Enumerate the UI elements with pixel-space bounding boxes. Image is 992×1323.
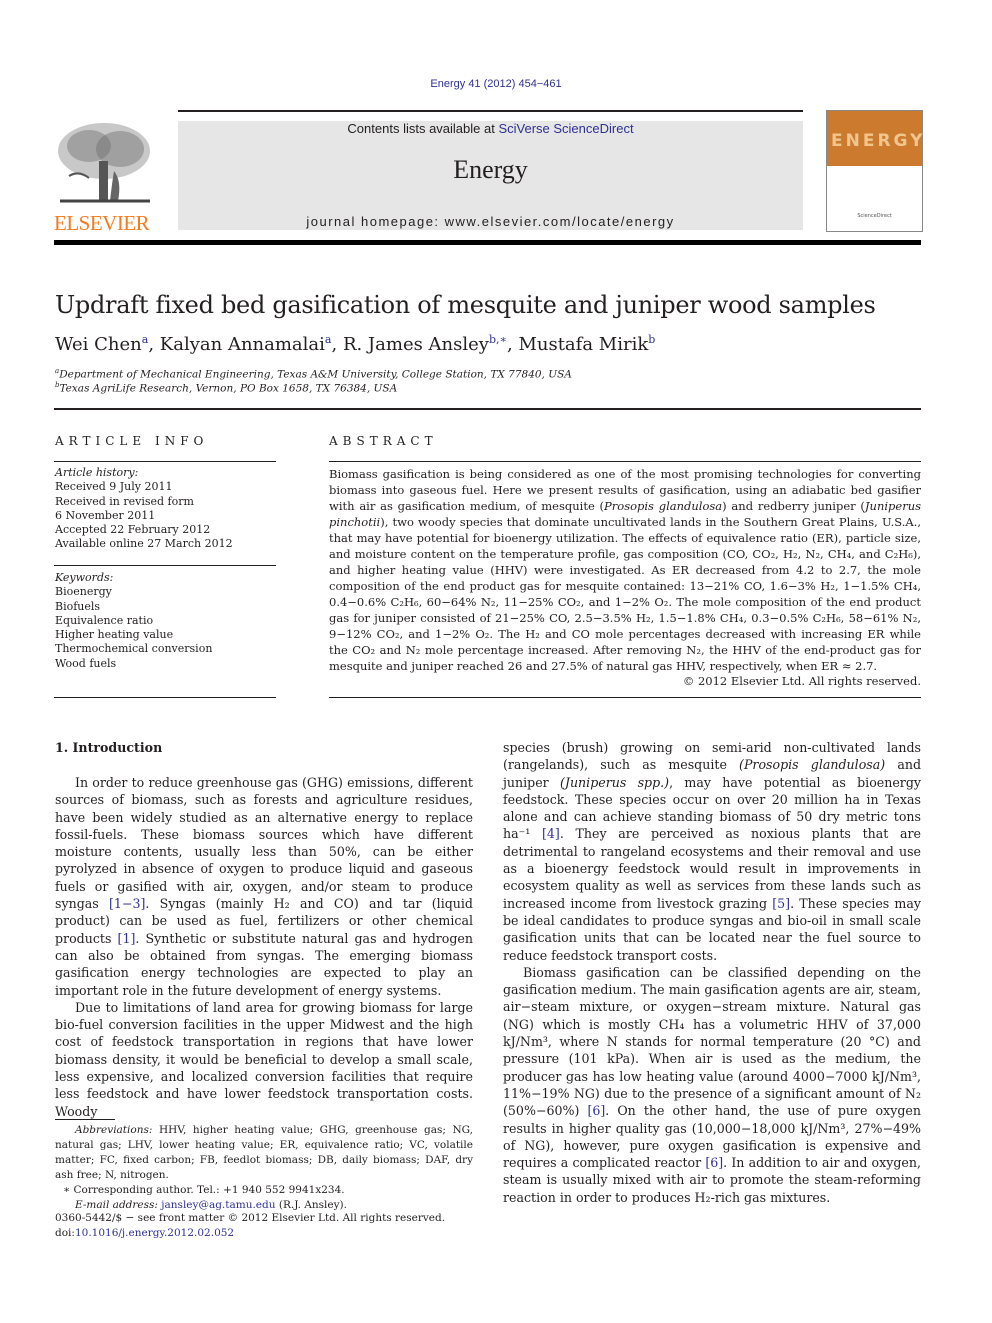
abstract-bottom-rule bbox=[329, 697, 921, 698]
author[interactable]: Wei Chen bbox=[55, 334, 142, 355]
species-name: (Prosopis glandulosa) bbox=[739, 757, 886, 773]
abstract-rule bbox=[329, 461, 921, 462]
abstract-copyright: © 2012 Elsevier Ltd. All rights reserved… bbox=[682, 674, 921, 688]
abbreviations-footnote: Abbreviations: HHV, higher heating value… bbox=[55, 1123, 473, 1183]
doi-line: doi:10.1016/j.energy.2012.02.052 bbox=[55, 1226, 473, 1241]
contents-line: Contents lists available at SciVerse Sci… bbox=[178, 121, 803, 136]
keywords: Keywords: Bioenergy Biofuels Equivalence… bbox=[55, 571, 212, 671]
keyword[interactable]: Bioenergy bbox=[55, 585, 212, 599]
reference-link[interactable]: [4] bbox=[542, 826, 560, 841]
corresponding-author-footnote: ∗ Corresponding author. Tel.: +1 940 552… bbox=[63, 1184, 345, 1196]
reference-link[interactable]: [1−3] bbox=[109, 896, 145, 911]
elsevier-wordmark: ELSEVIER bbox=[54, 211, 150, 235]
text-segment: In order to reduce greenhouse gas (GHG) … bbox=[55, 775, 473, 912]
email-link[interactable]: jansley@ag.tamu.edu bbox=[161, 1199, 275, 1211]
author-affiliation-marker[interactable]: b bbox=[648, 333, 655, 346]
species-name: (Juniperus spp.) bbox=[559, 774, 670, 790]
journal-name: Energy bbox=[453, 155, 528, 184]
issn-line: 0360-5442/$ − see front matter © 2012 El… bbox=[55, 1212, 446, 1224]
reference-link[interactable]: [6] bbox=[587, 1103, 605, 1118]
abstract-text: Biomass gasification is being considered… bbox=[329, 466, 921, 674]
paragraph: In order to reduce greenhouse gas (GHG) … bbox=[55, 774, 473, 999]
author-list: Wei Chena, Kalyan Annamalaia, R. James A… bbox=[55, 333, 656, 355]
paragraph: Biomass gasification can be classified d… bbox=[503, 964, 921, 1206]
keyword[interactable]: Wood fuels bbox=[55, 657, 212, 671]
contents-prefix: Contents lists available at bbox=[347, 121, 499, 136]
elsevier-tree-icon bbox=[58, 123, 150, 203]
abstract-segment: ) and redberry juniper ( bbox=[722, 499, 865, 513]
keyword[interactable]: Higher heating value bbox=[55, 628, 212, 642]
reference-link[interactable]: [5] bbox=[772, 896, 790, 911]
keyword[interactable]: Equivalence ratio bbox=[55, 614, 212, 628]
author[interactable]: Kalyan Annamalai bbox=[160, 334, 325, 355]
history-item: Available online 27 March 2012 bbox=[55, 537, 233, 551]
article-info-heading: ARTICLE INFO bbox=[55, 434, 209, 448]
affiliation: aDepartment of Mechanical Engineering, T… bbox=[55, 367, 572, 381]
article-title: Updraft fixed bed gasification of mesqui… bbox=[55, 291, 876, 319]
journal-citation[interactable]: Energy 41 (2012) 454−461 bbox=[0, 78, 992, 90]
history-item: Accepted 22 February 2012 bbox=[55, 523, 211, 537]
history-item: 6 November 2011 bbox=[55, 508, 156, 522]
journal-homepage[interactable]: journal homepage: www.elsevier.com/locat… bbox=[178, 214, 803, 229]
header-thick-rule bbox=[54, 240, 921, 245]
email-suffix: (R.J. Ansley). bbox=[275, 1199, 347, 1211]
doi-prefix: doi: bbox=[55, 1227, 75, 1239]
section-heading-introduction: 1. Introduction bbox=[55, 740, 163, 755]
doi-link[interactable]: 10.1016/j.energy.2012.02.052 bbox=[75, 1227, 234, 1239]
abstract-heading: ABSTRACT bbox=[329, 434, 438, 448]
keywords-rule bbox=[54, 565, 276, 566]
affiliation: bTexas AgriLife Research, Vernon, PO Box… bbox=[55, 381, 397, 395]
abbreviations-label: Abbreviations: bbox=[75, 1124, 153, 1136]
paragraph: species (brush) growing on semi-arid non… bbox=[503, 739, 921, 964]
affiliation-text: Texas AgriLife Research, Vernon, PO Box … bbox=[59, 382, 398, 395]
species-name: Prosopis glandulosa bbox=[604, 499, 723, 513]
affiliation-text: Department of Mechanical Engineering, Te… bbox=[59, 368, 572, 381]
author-affiliation-marker[interactable]: a bbox=[325, 333, 332, 346]
footnotes: Abbreviations: HHV, higher heating value… bbox=[55, 1123, 473, 1213]
text-segment: Biomass gasification can be classified d… bbox=[503, 964, 921, 1119]
article-info-bottom-rule bbox=[54, 697, 276, 698]
cover-title: ENERGY bbox=[831, 131, 926, 151]
history-label: Article history: bbox=[55, 466, 139, 479]
keyword[interactable]: Biofuels bbox=[55, 600, 212, 614]
author-affiliation-marker[interactable]: a bbox=[142, 333, 149, 346]
keywords-label: Keywords: bbox=[55, 571, 114, 584]
reference-link[interactable]: [1] bbox=[118, 931, 136, 946]
history-item: Received in revised form bbox=[55, 494, 194, 508]
header-rule bbox=[178, 110, 803, 112]
article-info-rule bbox=[54, 461, 276, 462]
elsevier-logo[interactable]: ELSEVIER bbox=[54, 121, 154, 235]
cover-sciencedirect-mark: ScienceDirect bbox=[857, 213, 892, 219]
intro-left-column: In order to reduce greenhouse gas (GHG) … bbox=[55, 774, 473, 1120]
footnote-rule bbox=[55, 1119, 115, 1120]
history-item: Received 9 July 2011 bbox=[55, 480, 173, 494]
article-history: Article history: Received 9 July 2011 Re… bbox=[55, 466, 233, 552]
author-affiliation-marker[interactable]: b,∗ bbox=[489, 333, 507, 346]
intro-right-column: species (brush) growing on semi-arid non… bbox=[503, 739, 921, 1206]
author[interactable]: Mustafa Mirik bbox=[518, 334, 648, 355]
keyword[interactable]: Thermochemical conversion bbox=[55, 642, 212, 656]
journal-cover-thumbnail[interactable]: ENERGY ScienceDirect bbox=[826, 110, 923, 232]
paragraph: Due to limitations of land area for grow… bbox=[55, 999, 473, 1119]
title-block-rule bbox=[54, 408, 921, 410]
front-matter: 0360-5442/$ − see front matter © 2012 El… bbox=[55, 1211, 473, 1241]
abstract-segment: ), two woody species that dominate uncul… bbox=[329, 515, 921, 673]
sciencedirect-link[interactable]: SciVerse ScienceDirect bbox=[498, 121, 633, 136]
author[interactable]: R. James Ansley bbox=[343, 334, 489, 355]
journal-banner: Contents lists available at SciVerse Sci… bbox=[178, 121, 803, 230]
reference-link[interactable]: [6] bbox=[705, 1155, 723, 1170]
email-label: E-mail address: bbox=[75, 1199, 158, 1211]
